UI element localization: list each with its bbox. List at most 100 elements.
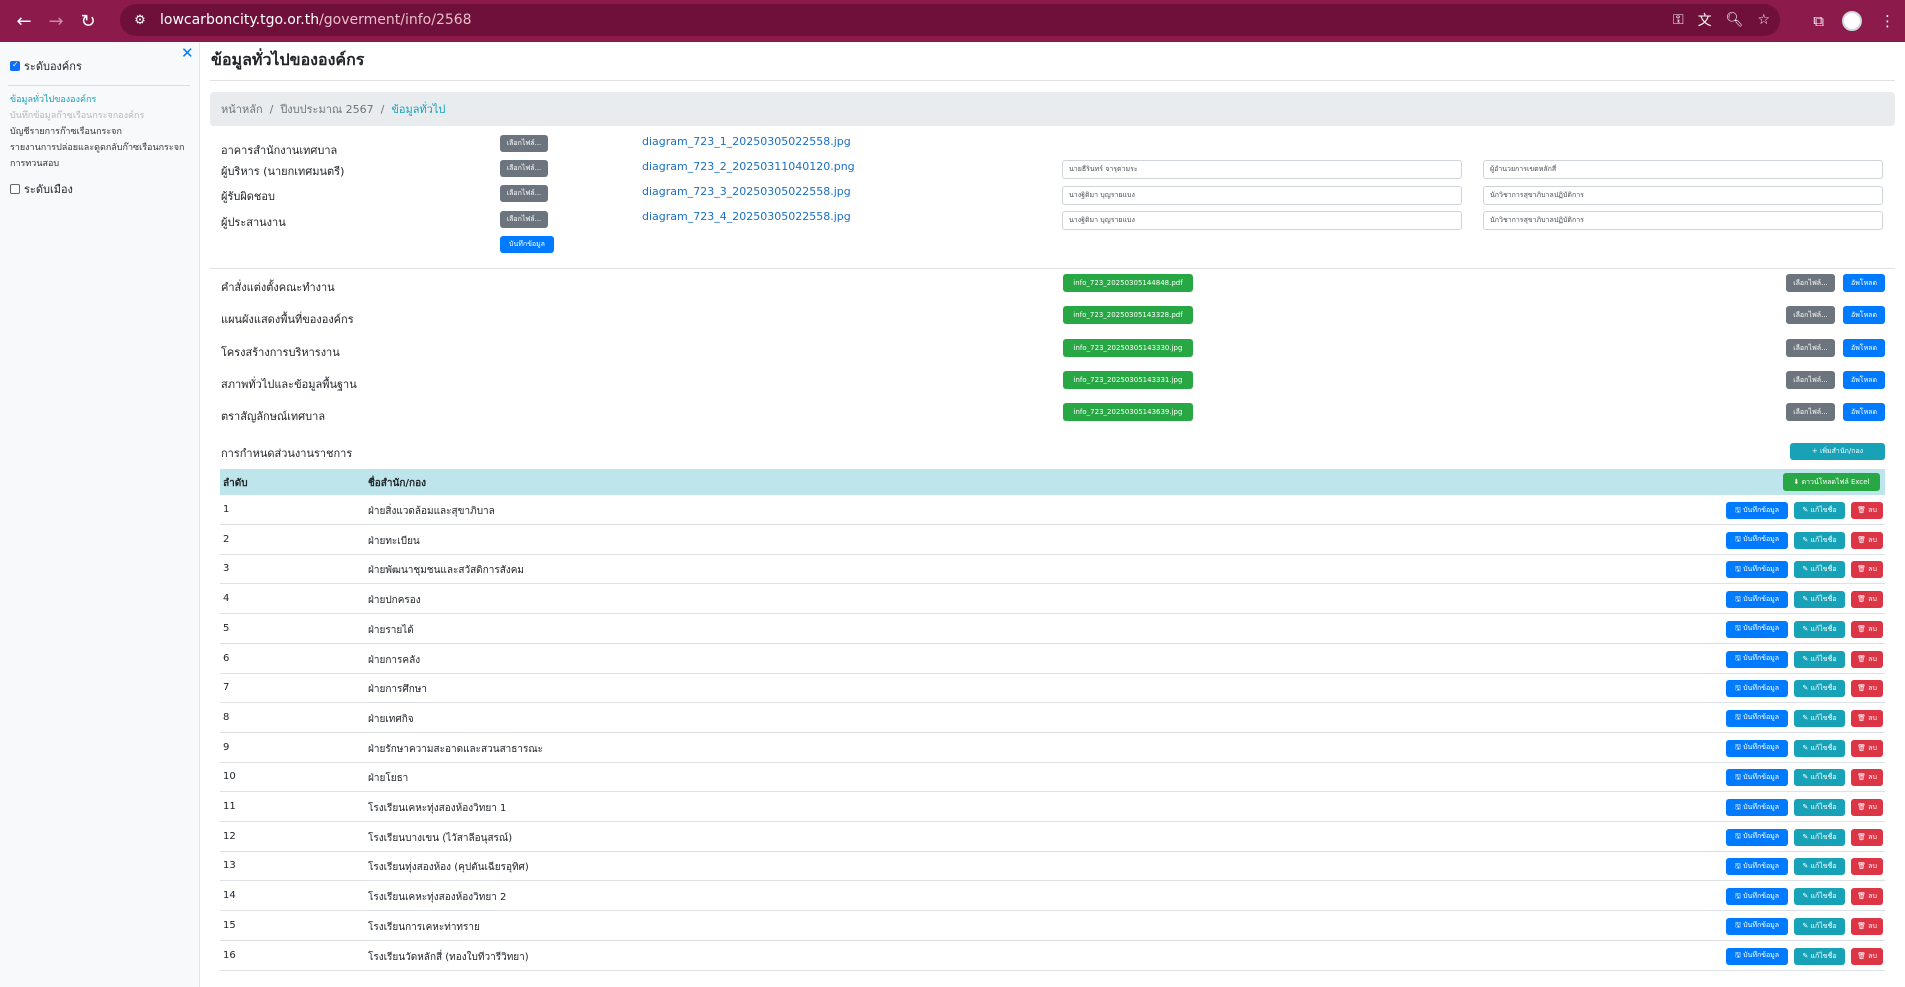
row-save-button[interactable]: 🖫 บันทึกข้อมูล [1726,709,1788,727]
row-save-button[interactable]: 🖫 บันทึกข้อมูล [1726,739,1788,757]
row-save-button[interactable]: 🖫 บันทึกข้อมูล [1726,917,1788,935]
row-save-button[interactable]: 🖫 บันทึกข้อมูล [1726,680,1788,698]
executive-position-input[interactable]: ผู้อำนวยการเขตหลักสี่ [1483,160,1883,179]
row-edit-button[interactable]: ✎ แก้ไขชื่อ [1794,917,1845,935]
menu-icon[interactable]: ⋮ [1880,12,1895,30]
row-edit-button[interactable]: ✎ แก้ไขชื่อ [1794,769,1845,787]
row-save-button[interactable]: 🖫 บันทึกข้อมูล [1726,561,1788,579]
document-file-badge[interactable]: info_723_20250305144848.pdf [1063,274,1193,292]
checkbox-icon[interactable] [10,184,20,194]
upload-button[interactable]: อัพโหลด [1843,306,1885,324]
save-button[interactable]: บันทึกข้อมูล [500,236,554,253]
breadcrumb-home[interactable]: หน้าหลัก [221,100,263,118]
file-link[interactable]: diagram_723_3_20250305022558.jpg [642,185,851,198]
document-file-badge[interactable]: info_723_20250305143639.jpg [1063,403,1193,421]
row-save-button[interactable]: 🖫 บันทึกข้อมูล [1726,799,1788,816]
row-edit-button[interactable]: ✎ แก้ไขชื่อ [1794,828,1845,846]
responsible-position-input[interactable]: นักวิชาการสุขาภิบาลปฏิบัติการ [1483,186,1883,205]
sidebar-item-ghg-record[interactable]: บันทึกข้อมูลก๊าซเรือนกระจกองค์กร [10,108,195,122]
responsible-name-input[interactable]: นางฐิติมา บุญรายแบง [1062,186,1462,205]
sidebar-item-verification[interactable]: การทวนสอบ [10,156,195,170]
row-edit-button[interactable]: ✎ แก้ไขชื่อ [1794,620,1845,638]
row-delete-button[interactable]: 🗑 ลบ [1851,828,1883,846]
choose-file-button[interactable]: เลือกไฟล์... [500,211,548,228]
reload-icon[interactable]: ↻ [74,7,102,35]
row-save-button[interactable]: 🖫 บันทึกข้อมูล [1726,888,1788,906]
row-edit-button[interactable]: ✎ แก้ไขชื่อ [1794,799,1845,816]
file-link[interactable]: diagram_723_1_20250305022558.jpg [642,135,851,148]
choose-file-button[interactable]: เลือกไฟล์... [1786,403,1835,421]
breadcrumb-year[interactable]: ปีงบประมาณ 2567 [280,100,373,118]
coordinator-position-input[interactable]: นักวิชาการสุขาภิบาลปฏิบัติการ [1483,211,1883,230]
profile-avatar[interactable] [1842,11,1862,31]
forward-icon[interactable]: → [42,7,70,35]
row-edit-button[interactable]: ✎ แก้ไขชื่อ [1794,680,1845,698]
add-division-button[interactable]: + เพิ่มสำนัก/กอง [1790,443,1885,460]
row-edit-button[interactable]: ✎ แก้ไขชื่อ [1794,739,1845,757]
sidebar-item-general-info[interactable]: ข้อมูลทั่วไปขององค์กร [10,92,195,106]
close-icon[interactable]: ✕ [181,44,194,62]
row-edit-button[interactable]: ✎ แก้ไขชื่อ [1794,888,1845,906]
executive-name-input[interactable]: นายธีรินทร์ จารุตามระ [1062,160,1462,179]
row-edit-button[interactable]: ✎ แก้ไขชื่อ [1794,591,1845,609]
site-info-icon[interactable]: ⚙ [126,13,154,28]
sidebar-item-ghg-inventory[interactable]: บัญชีรายการก๊าซเรือนกระจก [10,124,195,138]
row-delete-button[interactable]: 🗑 ลบ [1851,650,1883,668]
bookmark-star-icon[interactable]: ☆ [1757,12,1770,28]
row-delete-button[interactable]: 🗑 ลบ [1851,858,1883,876]
choose-file-button[interactable]: เลือกไฟล์... [500,135,548,152]
row-edit-button[interactable]: ✎ แก้ไขชื่อ [1794,858,1845,876]
row-delete-button[interactable]: 🗑 ลบ [1851,888,1883,906]
row-save-button[interactable]: 🖫 บันทึกข้อมูล [1726,502,1788,519]
upload-button[interactable]: อัพโหลด [1843,371,1885,389]
file-link[interactable]: diagram_723_4_20250305022558.jpg [642,210,851,223]
document-file-badge[interactable]: info_723_20250305143328.pdf [1063,306,1193,324]
row-delete-button[interactable]: 🗑 ลบ [1851,502,1883,519]
row-edit-button[interactable]: ✎ แก้ไขชื่อ [1794,561,1845,579]
back-icon[interactable]: ← [10,7,38,35]
upload-button[interactable]: อัพโหลด [1843,403,1885,421]
row-delete-button[interactable]: 🗑 ลบ [1851,739,1883,757]
row-save-button[interactable]: 🖫 บันทึกข้อมูล [1726,947,1788,965]
row-save-button[interactable]: 🖫 บันทึกข้อมูล [1726,531,1788,549]
row-delete-button[interactable]: 🗑 ลบ [1851,680,1883,698]
row-delete-button[interactable]: 🗑 ลบ [1851,799,1883,816]
checkbox-icon[interactable] [10,60,20,71]
row-delete-button[interactable]: 🗑 ลบ [1851,947,1883,965]
row-delete-button[interactable]: 🗑 ลบ [1851,531,1883,549]
choose-file-button[interactable]: เลือกไฟล์... [1786,306,1835,324]
upload-button[interactable]: อัพโหลด [1843,339,1885,357]
choose-file-button[interactable]: เลือกไฟล์... [1786,274,1835,292]
row-delete-button[interactable]: 🗑 ลบ [1851,620,1883,638]
row-save-button[interactable]: 🖫 บันทึกข้อมูล [1726,591,1788,609]
file-link[interactable]: diagram_723_2_20250311040120.png [642,160,855,173]
row-edit-button[interactable]: ✎ แก้ไขชื่อ [1794,502,1845,519]
address-bar[interactable]: ⚙ lowcarboncity.tgo.or.th/goverment/info… [120,4,1780,36]
translate-icon[interactable]: 文 [1698,10,1712,30]
row-edit-button[interactable]: ✎ แก้ไขชื่อ [1794,947,1845,965]
row-edit-button[interactable]: ✎ แก้ไขชื่อ [1794,531,1845,549]
choose-file-button[interactable]: เลือกไฟล์... [1786,339,1835,357]
row-edit-button[interactable]: ✎ แก้ไขชื่อ [1794,709,1845,727]
coordinator-name-input[interactable]: นางฐิติมา บุญรายแบง [1062,211,1462,230]
choose-file-button[interactable]: เลือกไฟล์... [500,160,548,177]
document-file-badge[interactable]: info_723_20250305143331.jpg [1063,371,1193,389]
password-key-icon[interactable]: ⚿ [1673,12,1684,28]
row-save-button[interactable]: 🖫 บันทึกข้อมูล [1726,828,1788,846]
sidebar-item-emission-report[interactable]: รายงานการปล่อยและดูดกลับก๊าซเรือนกระจก [10,140,195,154]
row-delete-button[interactable]: 🗑 ลบ [1851,561,1883,579]
org-level-toggle[interactable]: ระดับองค์กร [10,57,82,75]
download-excel-button[interactable]: ⬇ ดาวน์โหลดไฟล์ Excel [1783,473,1880,491]
document-file-badge[interactable]: info_723_20250305143330.jpg [1063,339,1193,357]
row-save-button[interactable]: 🖫 บันทึกข้อมูล [1726,769,1788,787]
choose-file-button[interactable]: เลือกไฟล์... [1786,371,1835,389]
row-delete-button[interactable]: 🗑 ลบ [1851,917,1883,935]
row-save-button[interactable]: 🖫 บันทึกข้อมูล [1726,858,1788,876]
choose-file-button[interactable]: เลือกไฟล์... [500,185,548,202]
upload-button[interactable]: อัพโหลด [1843,274,1885,292]
city-level-toggle[interactable]: ระดับเมือง [10,180,73,198]
row-delete-button[interactable]: 🗑 ลบ [1851,769,1883,787]
row-delete-button[interactable]: 🗑 ลบ [1851,709,1883,727]
extensions-icon[interactable]: ⧉ [1813,12,1824,30]
row-delete-button[interactable]: 🗑 ลบ [1851,591,1883,609]
